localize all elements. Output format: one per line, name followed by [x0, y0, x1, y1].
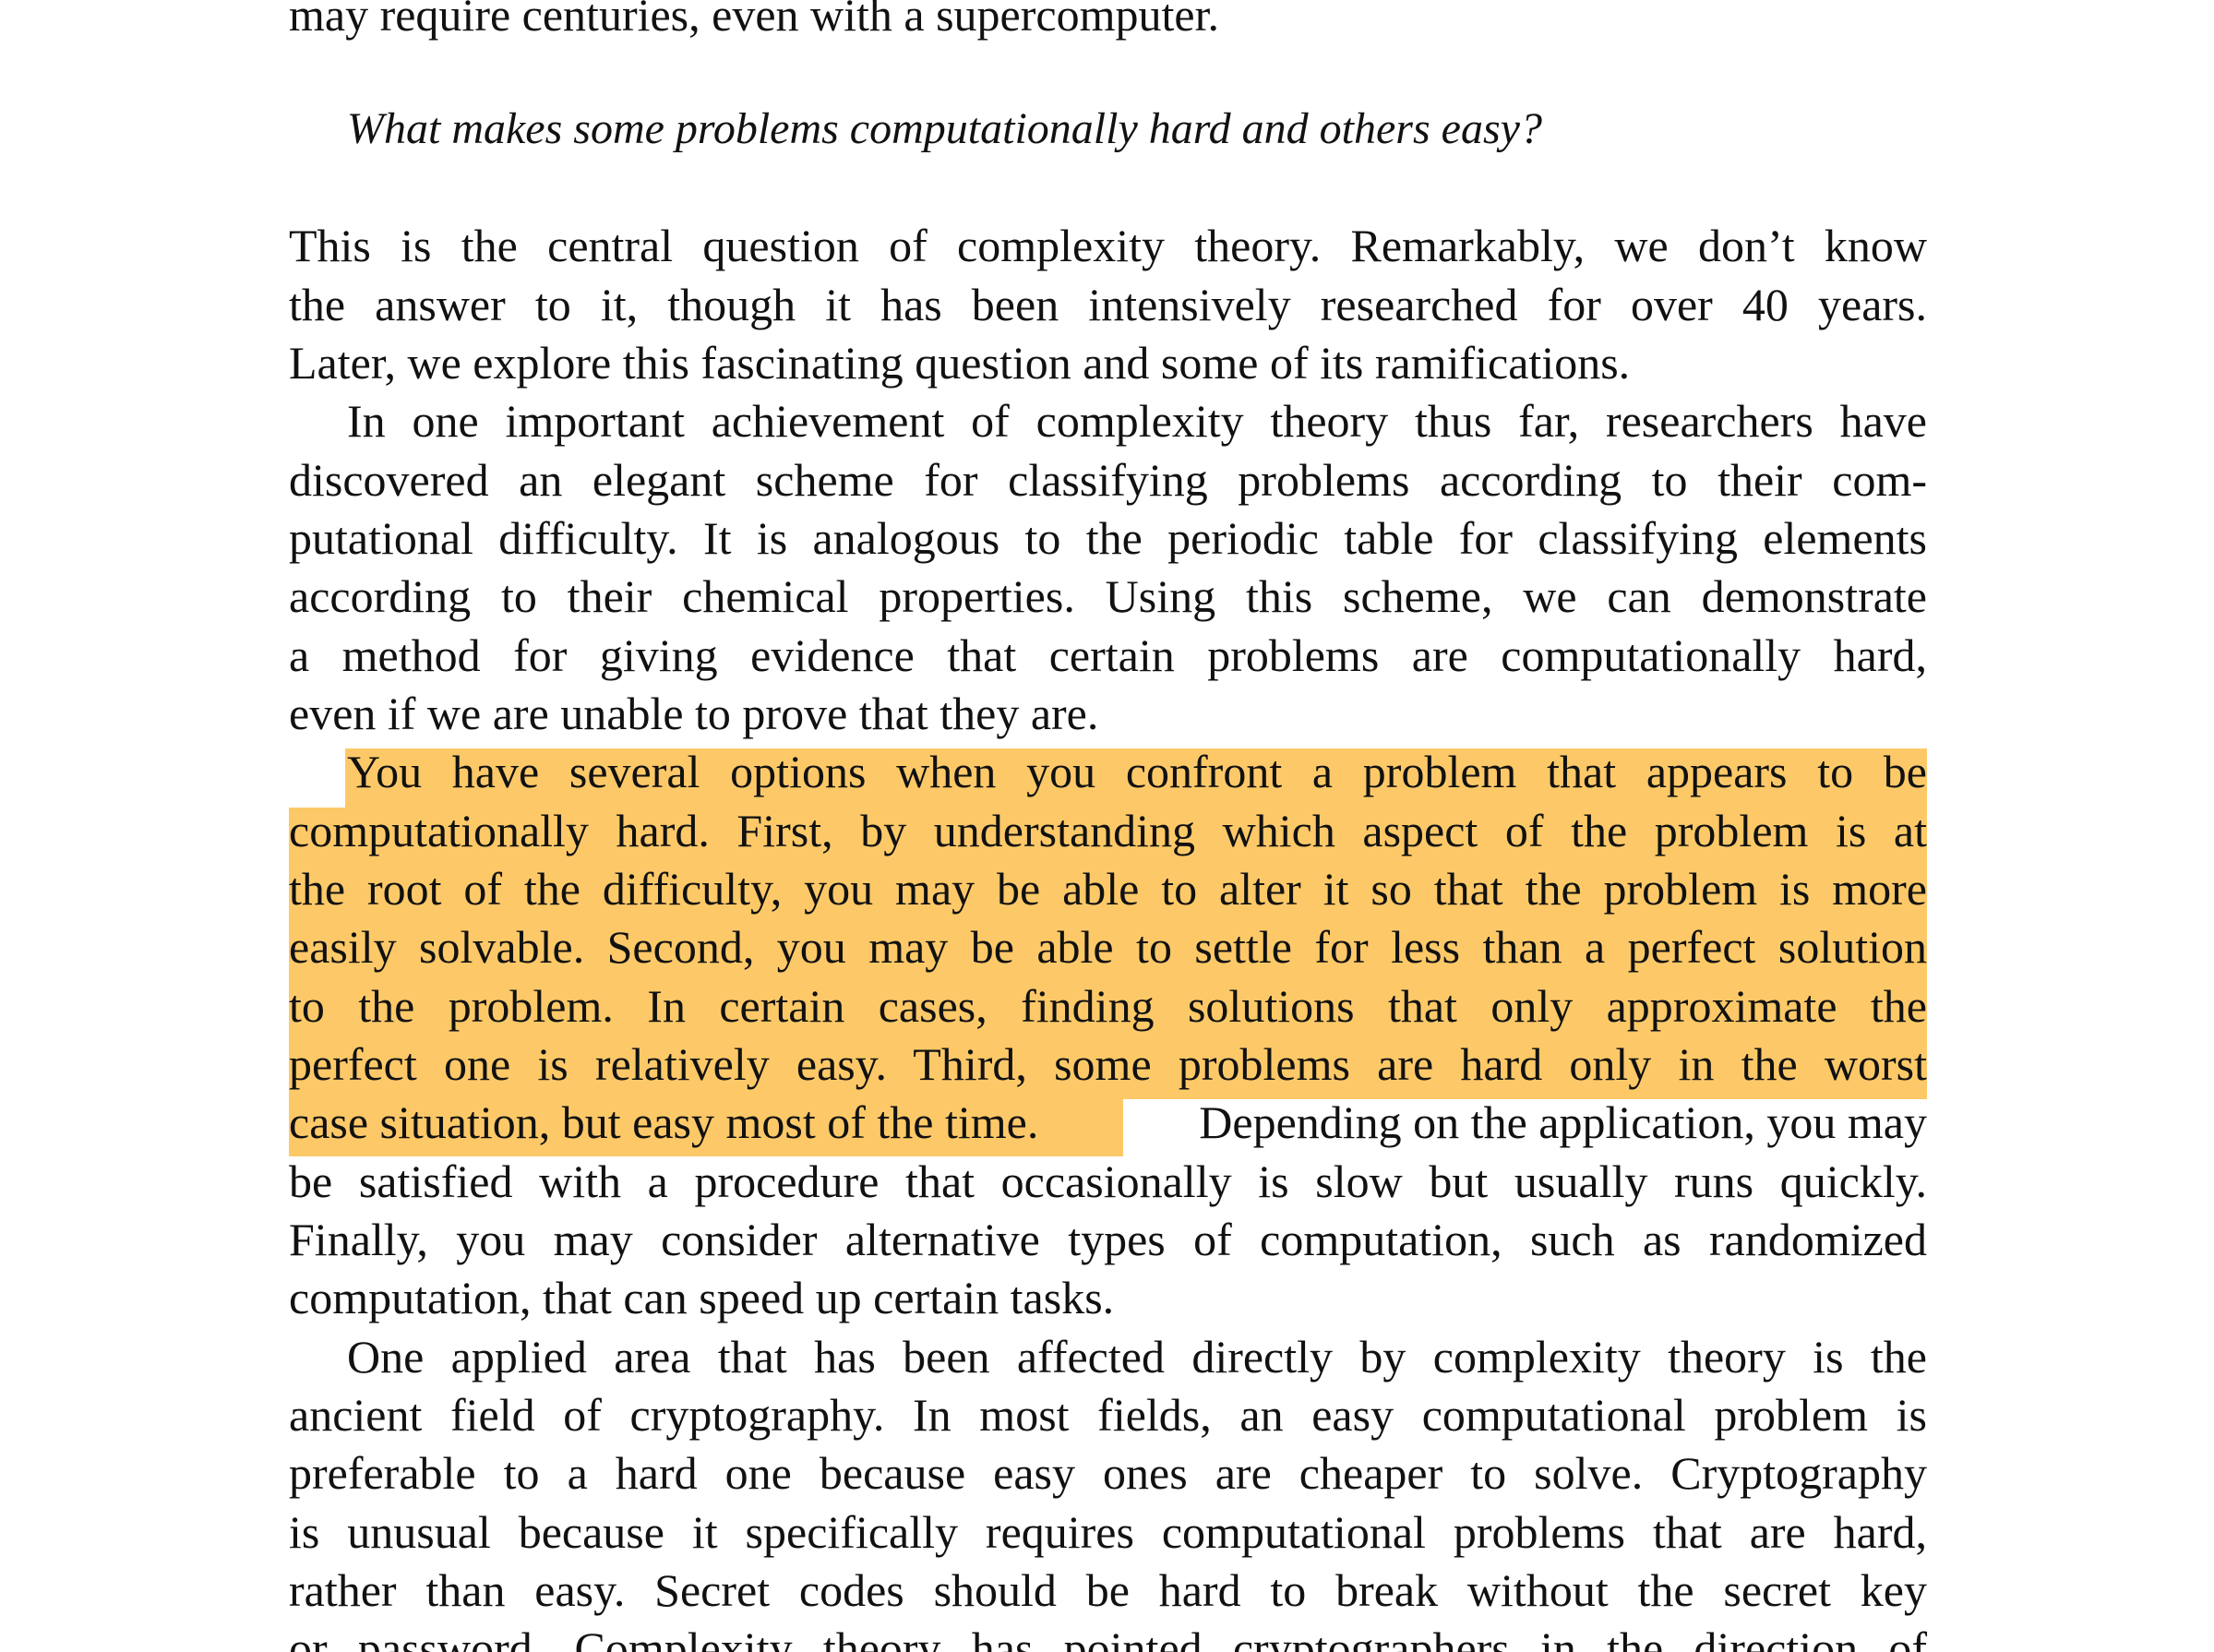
paragraph-1-line-2: the answer to it, though it has been int…: [289, 279, 1927, 330]
paragraph-1-line-1: This is the central question of complexi…: [289, 220, 1927, 271]
paragraph-3-line-6: perfect one is relatively easy. Third, s…: [289, 1038, 1927, 1090]
paragraph-2-line-2: discovered an elegant scheme for classif…: [289, 454, 1927, 506]
paragraph-4-line-2: ancient field of cryptography. In most f…: [289, 1389, 1927, 1441]
paragraph-4-line-3: preferable to a hard one because easy on…: [289, 1447, 1927, 1499]
paragraph-3-line-10: computation, that can speed up certain t…: [289, 1272, 1115, 1323]
question-heading: What makes some problems computationally…: [347, 104, 1542, 153]
paragraph-3-line-8: be satisfied with a procedure that occas…: [289, 1155, 1927, 1207]
paragraph-3-line-5: to the problem. In certain cases, findin…: [289, 980, 1927, 1032]
paragraph-2-line-1: In one important achievement of complexi…: [347, 395, 1927, 447]
paragraph-3-line-1: You have several options when you confro…: [347, 746, 1927, 797]
paragraph-1-line-3: Later, we explore this fascinating quest…: [289, 337, 1631, 389]
paragraph-4-line-6: or password. Complexity theory has point…: [289, 1622, 1927, 1652]
paragraph-2-line-4: according to their chemical properties. …: [289, 570, 1927, 622]
document-page: may require centuries, even with a super…: [0, 0, 2214, 1652]
paragraph-3-line-7: case situation, but easy most of the tim…: [289, 1093, 1927, 1152]
paragraph-3-line-3: the root of the difficulty, you may be a…: [289, 863, 1927, 915]
paragraph-2-line-3: putational difficulty. It is analogous t…: [289, 512, 1927, 564]
paragraph-4-line-5: rather than easy. Secret codes should be…: [289, 1564, 1927, 1616]
paragraph-2-line-5: a method for giving evidence that certai…: [289, 629, 1927, 681]
paragraph-3-line-2: computationally hard. First, by understa…: [289, 805, 1927, 856]
top-fragment-line: may require centuries, even with a super…: [289, 0, 1219, 41]
unhighlighted-sentence-start: Depending on the application, you may: [1199, 1096, 1927, 1148]
highlighted-sentence-end: case situation, but easy most of the tim…: [289, 1096, 1039, 1148]
paragraph-2-line-6: even if we are unable to prove that they…: [289, 688, 1099, 739]
paragraph-3-line-9: Finally, you may consider alternative ty…: [289, 1214, 1927, 1265]
paragraph-4-line-1: One applied area that has been affected …: [347, 1331, 1927, 1383]
paragraph-3-line-4: easily solvable. Second, you may be able…: [289, 921, 1927, 973]
paragraph-4-line-4: is unusual because it specifically requi…: [289, 1506, 1927, 1558]
